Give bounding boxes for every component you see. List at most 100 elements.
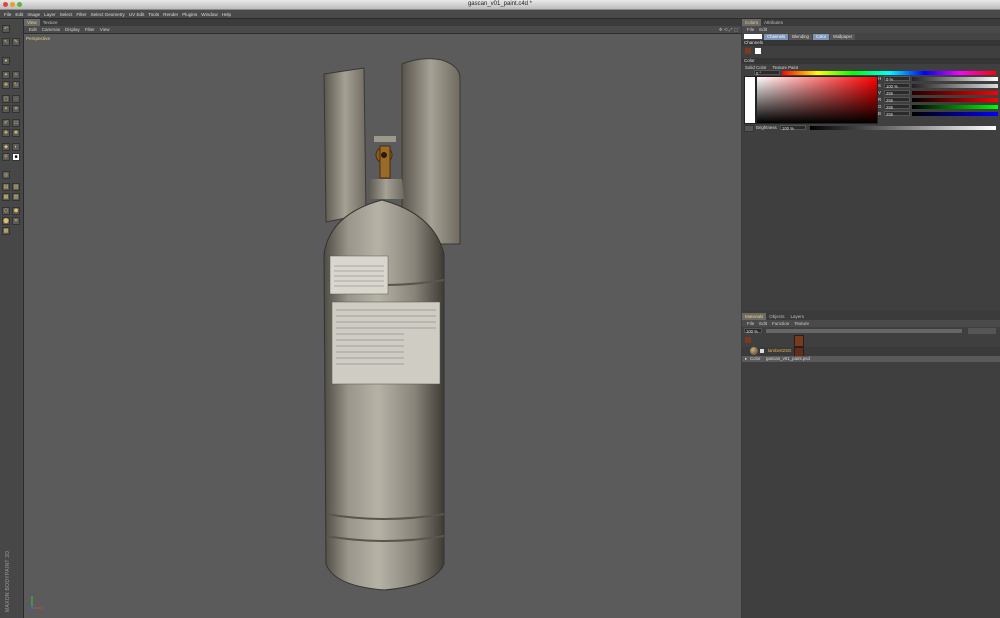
- menu-render[interactable]: Render: [163, 12, 178, 17]
- tab-colors[interactable]: Colors: [742, 19, 762, 26]
- grid-tool-icon[interactable]: ▦: [2, 193, 10, 201]
- menu-image[interactable]: Image: [27, 12, 40, 17]
- move-tool-icon[interactable]: ✥: [2, 81, 10, 89]
- h-field[interactable]: 0 %: [884, 76, 910, 82]
- texture-tool-icon[interactable]: ▧: [12, 193, 20, 201]
- viewport-3d[interactable]: Perspective: [24, 33, 741, 618]
- material-name[interactable]: lambert2SG: [768, 348, 791, 353]
- mask-tool-icon[interactable]: ▥: [12, 183, 20, 191]
- airbrush-tool-icon[interactable]: ✧: [12, 71, 20, 79]
- tab-objects[interactable]: Objects: [766, 313, 787, 320]
- tab-view[interactable]: View: [24, 19, 40, 26]
- tab-texture[interactable]: Texture: [40, 19, 61, 26]
- materials-menu-edit[interactable]: Edit: [759, 321, 767, 326]
- g-slider[interactable]: [912, 105, 998, 109]
- channel-file[interactable]: gascan_v01_paint.psd: [766, 356, 810, 361]
- select-rect-icon[interactable]: ▢: [2, 95, 10, 103]
- hue-slider[interactable]: [782, 71, 996, 75]
- checker-icon[interactable]: ▩: [2, 227, 10, 235]
- expand-arrow-icon[interactable]: ▸: [745, 356, 747, 362]
- hue-field[interactable]: 0 °: [754, 70, 780, 76]
- b-slider[interactable]: [912, 112, 998, 116]
- active-color-swatch[interactable]: [744, 34, 762, 39]
- menu-uv-edit[interactable]: UV Edit: [129, 12, 145, 17]
- materials-zoom-field[interactable]: 100 %: [744, 328, 762, 334]
- materials-zoom-slider[interactable]: [766, 329, 962, 333]
- undo-tool-icon[interactable]: ↶: [2, 25, 10, 33]
- channel-swatch[interactable]: [755, 48, 761, 54]
- texture-paint-tab[interactable]: Texture Paint: [772, 65, 798, 70]
- smudge-icon[interactable]: ✺: [12, 129, 20, 137]
- saturation-value-picker[interactable]: [756, 76, 878, 124]
- material-lock-icon[interactable]: [760, 349, 764, 353]
- clone-stamp-icon[interactable]: ✚: [2, 129, 10, 137]
- brightness-field[interactable]: 100 %: [780, 125, 806, 131]
- menu-select-geometry[interactable]: Select Geometry: [91, 12, 125, 17]
- viewport-menu-edit[interactable]: Edit: [29, 27, 37, 32]
- channel-icon[interactable]: [745, 48, 751, 54]
- cursor-tool-icon[interactable]: ↖: [2, 38, 10, 46]
- uv-tool-icon[interactable]: ✕: [12, 217, 20, 225]
- tab-attributes[interactable]: Attributes: [761, 19, 786, 26]
- menu-layer[interactable]: Layer: [44, 12, 56, 17]
- select-lasso-icon[interactable]: ◌: [12, 95, 20, 103]
- edge-tool-icon[interactable]: ⬢: [12, 207, 20, 215]
- material-sphere-icon[interactable]: [750, 347, 758, 355]
- paint-brush-icon[interactable]: ✐: [2, 119, 10, 127]
- color-button[interactable]: Color: [812, 33, 830, 40]
- eraser-icon[interactable]: ▭: [12, 119, 20, 127]
- brightness-slider[interactable]: [810, 126, 996, 130]
- r-field[interactable]: 255: [884, 97, 910, 103]
- menu-file[interactable]: File: [4, 12, 11, 17]
- channels-button[interactable]: Channels: [764, 33, 789, 40]
- rotate-tool-icon[interactable]: ↻: [12, 81, 20, 89]
- pen-tool-icon[interactable]: ✎: [12, 38, 20, 46]
- viewport-menu-cameras[interactable]: Cameras: [42, 27, 60, 32]
- brush-tool-icon[interactable]: ✦: [2, 71, 10, 79]
- colors-menu-edit[interactable]: Edit: [759, 27, 767, 32]
- fill-icon[interactable]: ◆: [2, 143, 10, 151]
- materials-menu-texture[interactable]: Texture: [794, 321, 809, 326]
- menu-tools[interactable]: Tools: [148, 12, 159, 17]
- menu-edit[interactable]: Edit: [15, 12, 23, 17]
- h-slider[interactable]: [912, 77, 998, 81]
- viewport-menu-display[interactable]: Display: [65, 27, 80, 32]
- eyedropper-icon[interactable]: ⚲: [2, 153, 10, 161]
- s-slider[interactable]: [912, 84, 998, 88]
- crop-icon[interactable]: ⌗: [12, 105, 20, 113]
- g-field[interactable]: 255: [884, 104, 910, 110]
- polygon-tool-icon[interactable]: ⬡: [2, 207, 10, 215]
- menu-filter[interactable]: Filter: [76, 12, 86, 17]
- layer-tool-icon[interactable]: ▤: [2, 183, 10, 191]
- color-swatch-icon[interactable]: ■: [12, 153, 20, 161]
- v-slider[interactable]: [912, 91, 998, 95]
- r-slider[interactable]: [912, 98, 998, 102]
- material-channel-icon[interactable]: [745, 337, 751, 343]
- material-texture-preview[interactable]: [794, 335, 804, 347]
- menu-select[interactable]: Select: [60, 12, 73, 17]
- tab-materials[interactable]: Materials: [742, 313, 767, 320]
- gradient-icon[interactable]: ◐: [12, 143, 20, 151]
- v-field[interactable]: 255: [884, 90, 910, 96]
- tab-layers[interactable]: Layers: [788, 313, 808, 320]
- s-field[interactable]: 100 %: [884, 83, 910, 89]
- menu-help[interactable]: Help: [222, 12, 231, 17]
- projection-icon[interactable]: ◎: [2, 171, 10, 179]
- wallpaper-button[interactable]: Wallpaper: [830, 33, 856, 40]
- b-field[interactable]: 255: [884, 111, 910, 117]
- materials-search[interactable]: [968, 328, 996, 334]
- blending-button[interactable]: Blending: [789, 33, 812, 40]
- menu-window[interactable]: Window: [201, 12, 217, 17]
- viewport-menu-view[interactable]: View: [100, 27, 110, 32]
- materials-menu-file[interactable]: File: [747, 321, 754, 326]
- point-tool-icon[interactable]: ⬤: [2, 217, 10, 225]
- materials-menu-function[interactable]: Function: [772, 321, 789, 326]
- magic-wand-icon[interactable]: ✶: [2, 105, 10, 113]
- viewport-menu-filter[interactable]: Filter: [85, 27, 95, 32]
- colors-menu-file[interactable]: File: [747, 27, 754, 32]
- solid-color-tab[interactable]: Solid Color: [745, 65, 766, 70]
- brightness-toggle[interactable]: [744, 125, 754, 132]
- render-tool-icon[interactable]: ●: [2, 57, 10, 65]
- menu-plugins[interactable]: Plugins: [182, 12, 197, 17]
- viewport-nav-icons[interactable]: ✥ ⟲ ⤢ ▢: [719, 27, 738, 33]
